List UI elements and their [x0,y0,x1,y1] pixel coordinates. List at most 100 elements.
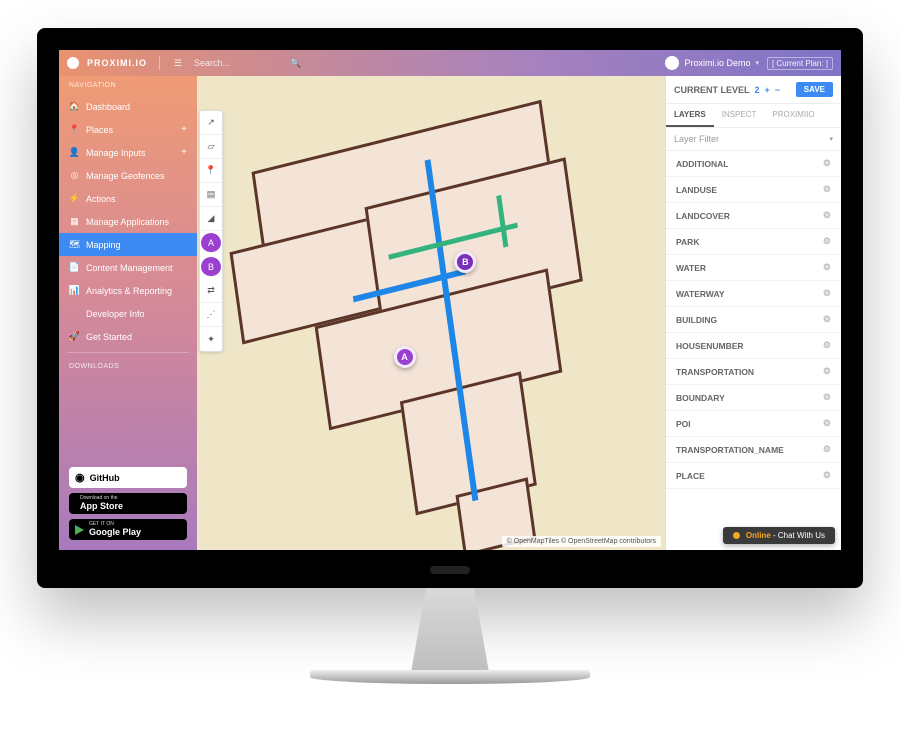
sidebar-item-analytics-reporting[interactable]: 📊Analytics & Reporting [59,279,197,302]
plus-icon[interactable]: + [181,147,187,158]
chat-status: Online [746,531,771,540]
github-badge[interactable]: ◉ GitHub [69,467,187,488]
sidebar-item-manage-applications[interactable]: ▦ Manage Applications [59,210,197,233]
gear-icon[interactable]: ⚙ [823,184,831,195]
layer-item-additional[interactable]: ADDITIONAL⚙ [666,151,841,177]
avatar-icon [665,56,679,70]
gplay-small-label: GET IT ON [89,522,141,527]
search-input[interactable] [192,56,282,70]
grid-icon: ▦ [69,216,80,227]
layer-label: BOUNDARY [676,393,725,403]
gear-icon[interactable]: ⚙ [823,236,831,247]
plan-badge[interactable]: [ Current Plan: ] [767,57,833,70]
user-menu[interactable]: Proximi.io Demo ▾ [665,56,759,70]
gear-icon[interactable]: ⚙ [823,158,831,169]
layer-filter-label: Layer Filter [674,134,719,144]
tool-point-b-icon[interactable]: B [201,257,221,277]
bolt-icon: ⚡ [69,193,80,204]
divider [67,352,189,353]
sidebar-item-developer-info[interactable]: Developer Info [59,302,197,325]
map-canvas[interactable]: A B ↗ ▱ 📍 ▤ ◢ A B ⇄ ⋰ ✦ © OpenMapTiles ©… [197,76,665,550]
logo-icon [67,57,79,69]
gear-icon[interactable]: ⚙ [823,392,831,403]
layer-label: POI [676,419,691,429]
plus-icon[interactable]: + [181,124,187,135]
layer-item-water[interactable]: WATER ⚙ [666,255,841,281]
sidebar-item-mapping[interactable]: 🗺Mapping [59,233,197,256]
tool-polygon-icon[interactable]: ▱ [200,135,222,159]
layer-item-housenumber[interactable]: HOUSENUMBER⚙ [666,333,841,359]
chat-widget[interactable]: Online - Chat With Us [723,527,835,544]
layer-item-building[interactable]: BUILDING⚙ [666,307,841,333]
gear-icon[interactable]: ⚙ [823,210,831,221]
user-name-label: Proximi.io Demo [684,58,750,68]
sidebar-section-nav: NAVIGATION [59,76,197,95]
sidebar-item-get-started[interactable]: 🚀Get Started [59,325,197,348]
tool-line-icon[interactable]: ↗ [200,111,222,135]
tool-marker-icon[interactable]: 📍 [200,159,222,183]
level-label: CURRENT LEVEL [674,85,750,95]
sidebar-item-manage-inputs[interactable]: 👤Manage Inputs+ [59,141,197,164]
sidebar-item-label: Analytics & Reporting [86,286,172,296]
map-marker-a[interactable]: A [394,346,416,368]
level-control: CURRENT LEVEL 2 + − SAVE [666,76,841,104]
tab-layers[interactable]: LAYERS [666,104,714,127]
layer-label: WATER [676,263,706,273]
tool-levels-icon[interactable]: ▤ [200,183,222,207]
monitor-base [310,670,590,684]
save-button[interactable]: SAVE [796,82,833,97]
layer-item-transportation[interactable]: TRANSPORTATION⚙ [666,359,841,385]
menu-icon[interactable]: ☰ [172,58,184,69]
appstore-badge[interactable]: Download on the App Store [69,493,187,514]
layer-item-boundary[interactable]: BOUNDARY ⚙ [666,385,841,411]
sidebar-item-label: Manage Inputs [86,148,146,158]
doc-icon: 📄 [69,262,80,273]
gear-icon[interactable]: ⚙ [823,366,831,377]
tool-path-icon[interactable]: ⋰ [200,303,222,327]
sidebar-item-label: Dashboard [86,102,130,112]
gear-icon[interactable]: ⚙ [823,314,831,325]
monitor-stand [410,588,490,678]
sidebar-item-dashboard[interactable]: 🏠Dashboard [59,95,197,118]
layer-item-transportation_name[interactable]: TRANSPORTATION_NAME⚙ [666,437,841,463]
sidebar-item-manage-geofences[interactable]: ◎Manage Geofences [59,164,197,187]
googleplay-badge[interactable]: GET IT ON Google Play [69,519,187,540]
gear-icon[interactable]: ⚙ [823,288,831,299]
search-icon[interactable]: 🔍 [290,58,302,69]
tool-gradient-icon[interactable]: ◢ [200,207,222,231]
layer-item-landuse[interactable]: LANDUSE ⚙ [666,177,841,203]
tool-sparkle-icon[interactable]: ✦ [200,327,222,351]
gear-icon[interactable]: ⚙ [823,340,831,351]
divider [159,56,160,70]
level-minus-button[interactable]: − [775,85,780,95]
sidebar-item-label: Manage Applications [86,217,169,227]
layer-label: WATERWAY [676,289,725,299]
layer-label: LANDCOVER [676,211,730,221]
sidebar-section-downloads: DOWNLOADS [59,357,197,376]
layer-item-place[interactable]: PLACE ⚙ [666,463,841,489]
layer-item-landcover[interactable]: LANDCOVER ⚙ [666,203,841,229]
gear-icon[interactable]: ⚙ [823,470,831,481]
layer-filter[interactable]: Layer Filter ▾ [666,128,841,151]
tab-inspect[interactable]: INSPECT [714,104,765,127]
layer-item-waterway[interactable]: WATERWAY ⚙ [666,281,841,307]
layer-item-poi[interactable]: POI ⚙ [666,411,841,437]
level-plus-button[interactable]: + [765,85,770,95]
gear-icon[interactable]: ⚙ [823,444,831,455]
level-value: 2 [755,85,760,95]
tool-point-a-icon[interactable]: A [201,233,221,253]
layer-item-park[interactable]: PARK⚙ [666,229,841,255]
code-icon [69,308,80,319]
online-status-icon [733,532,740,539]
tool-route-icon[interactable]: ⇄ [200,279,222,303]
sidebar-item-places[interactable]: 📍Places+ [59,118,197,141]
gear-icon[interactable]: ⚙ [823,418,831,429]
screen: PROXIMI.IO ☰ 🔍 Proximi.io Demo ▾ [ Curre… [59,50,841,550]
gear-icon[interactable]: ⚙ [823,262,831,273]
tab-proximiio[interactable]: PROXIMIIO [764,104,822,127]
layer-label: LANDUSE [676,185,717,195]
layer-label: PLACE [676,471,705,481]
github-icon: ◉ [75,471,85,484]
sidebar-item-actions[interactable]: ⚡Actions [59,187,197,210]
sidebar-item-content-management[interactable]: 📄Content Management [59,256,197,279]
